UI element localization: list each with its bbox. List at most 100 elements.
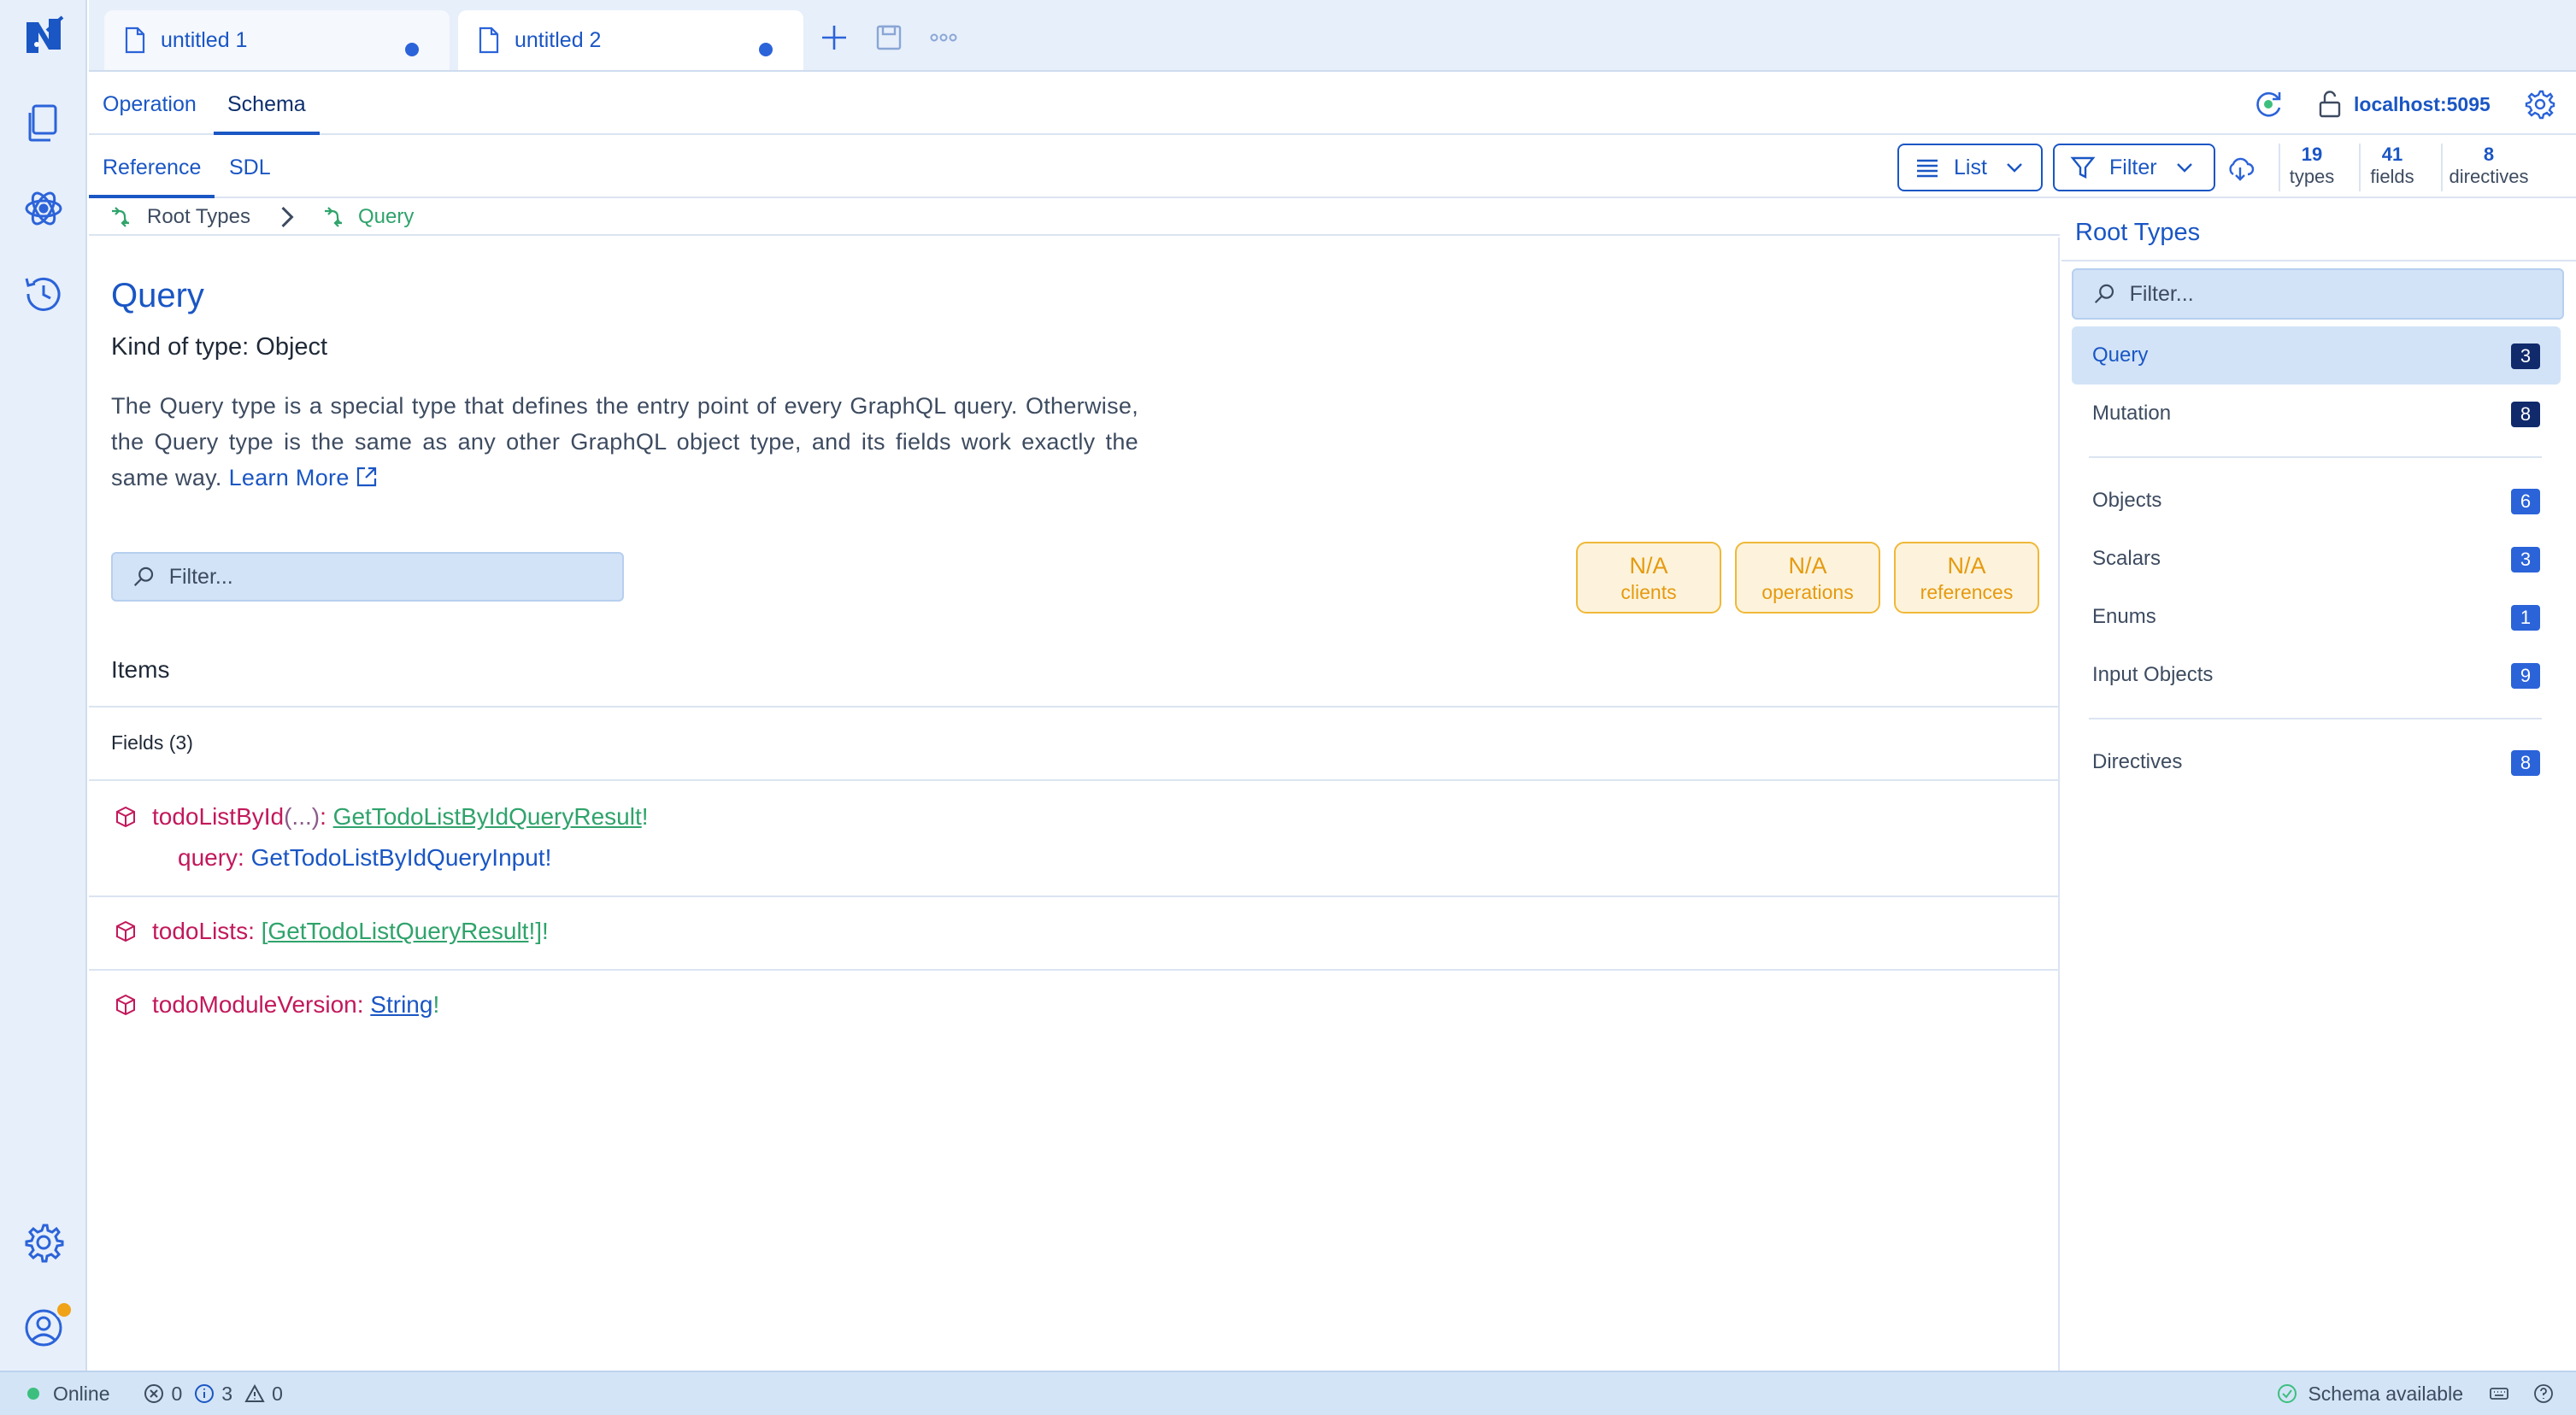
learn-more-label: Learn More xyxy=(228,465,350,490)
field-type-link[interactable]: String xyxy=(370,991,432,1019)
tab-sdl[interactable]: SDL xyxy=(215,137,285,198)
infos-counter[interactable]: 3 xyxy=(194,1383,232,1406)
list-icon xyxy=(1917,159,1938,178)
type-description: The Query type is a special type that de… xyxy=(111,388,1138,496)
field-name[interactable]: todoListById xyxy=(152,803,284,831)
root-types-icon xyxy=(112,207,130,227)
search-icon xyxy=(133,567,154,586)
type-detail: Query Kind of type: Object The Query typ… xyxy=(89,238,2060,1371)
stat-unit: types xyxy=(2289,166,2335,187)
tab-label: untitled 2 xyxy=(515,27,602,52)
sidebar-title: Root Types xyxy=(2075,219,2201,246)
file-icon xyxy=(479,26,499,54)
sidebar-item-count: 9 xyxy=(2511,663,2540,689)
field-signature: todoLists: [GetTodoListQueryResult!]! xyxy=(115,918,549,945)
sidebar-item-count: 6 xyxy=(2511,489,2540,514)
field-type-link[interactable]: GetTodoListQueryResult xyxy=(268,918,528,945)
field-name[interactable]: todoModuleVersion xyxy=(152,991,357,1019)
tab-untitled-1[interactable]: untitled 1 xyxy=(104,10,450,70)
divider xyxy=(2089,718,2542,719)
arg-colon: : xyxy=(238,844,244,871)
field-type-link[interactable]: GetTodoListByIdQueryResult xyxy=(333,803,642,831)
arg-name: query xyxy=(178,844,238,871)
divider xyxy=(89,706,2060,708)
activity-bar xyxy=(0,0,87,1371)
operations-badge: N/A operations xyxy=(1735,542,1880,614)
stat-value: 8 xyxy=(2483,144,2495,165)
filter-button[interactable]: Filter xyxy=(2053,144,2215,191)
cloud-download-icon[interactable] xyxy=(2226,154,2255,183)
sidebar-item-input-objects[interactable]: Input Objects 9 xyxy=(2072,646,2561,704)
sidebar-item-directives[interactable]: Directives 8 xyxy=(2072,733,2561,791)
chevron-right-icon xyxy=(281,207,294,227)
field-colon: : xyxy=(356,991,364,1018)
sidebar-item-label: Input Objects xyxy=(2092,663,2214,686)
sidebar-item-query[interactable]: Query 3 xyxy=(2072,326,2561,385)
breadcrumb-root[interactable]: Root Types xyxy=(147,205,250,229)
sidebar-item-label: Scalars xyxy=(2092,547,2161,570)
schema-status: Schema available xyxy=(2277,1383,2463,1406)
learn-more-link[interactable]: Learn More xyxy=(229,465,379,490)
sidebar-item-label: Objects xyxy=(2092,489,2162,512)
field-signature: todoListById (...): GetTodoListByIdQueryR… xyxy=(115,803,649,831)
references-badge: N/A references xyxy=(1894,542,2039,614)
more-button[interactable] xyxy=(928,22,959,53)
refresh-icon[interactable] xyxy=(2251,87,2285,121)
sidebar-item-count: 3 xyxy=(2511,343,2540,369)
check-circle-icon xyxy=(2278,1384,2297,1403)
gear-icon[interactable] xyxy=(21,1220,66,1265)
items-title: Items xyxy=(111,656,170,683)
badge-label: references xyxy=(1920,581,2014,603)
tab-operation[interactable]: Operation xyxy=(89,73,210,135)
error-icon xyxy=(144,1384,164,1403)
plus-icon xyxy=(822,26,846,50)
stat-unit: directives xyxy=(2449,166,2529,187)
types-sidebar: Root Types Query 3 Mutation 8 Objects 6 … xyxy=(2061,200,2576,1371)
search-icon xyxy=(2094,284,2114,303)
files-icon[interactable] xyxy=(21,101,66,145)
history-icon[interactable] xyxy=(21,272,66,316)
tab-label: untitled 1 xyxy=(161,27,248,52)
warnings-counter[interactable]: 0 xyxy=(244,1383,283,1406)
sidebar-item-label: Enums xyxy=(2092,605,2156,628)
field-args[interactable]: (...) xyxy=(284,803,320,831)
arg-type-link[interactable]: GetTodoListByIdQueryInput xyxy=(251,844,545,871)
stat-value: 41 xyxy=(2381,144,2403,165)
fields-filter-input[interactable] xyxy=(168,564,622,590)
new-tab-button[interactable] xyxy=(819,22,850,53)
sidebar-item-count: 8 xyxy=(2511,750,2540,776)
connection-host[interactable]: localhost:5095 xyxy=(2354,73,2491,135)
sidebar-item-enums[interactable]: Enums 1 xyxy=(2072,588,2561,646)
list-view-button[interactable]: List xyxy=(1897,144,2043,191)
stat-unit: fields xyxy=(2370,166,2414,187)
unsaved-dot xyxy=(759,43,773,56)
file-icon xyxy=(125,26,145,54)
graph-icon[interactable] xyxy=(21,186,66,231)
help-icon[interactable] xyxy=(2533,1383,2554,1404)
schema-status-label: Schema available xyxy=(2308,1382,2463,1405)
sidebar-item-mutation[interactable]: Mutation 8 xyxy=(2072,385,2561,443)
external-link-icon xyxy=(356,467,376,487)
connection-settings-icon[interactable] xyxy=(2525,89,2555,120)
field-name[interactable]: todoLists xyxy=(152,918,248,945)
keyboard-icon[interactable] xyxy=(2489,1383,2509,1404)
status-bar: Online 0 3 0 Schema available xyxy=(0,1371,2576,1415)
tab-untitled-2[interactable]: untitled 2 xyxy=(458,10,803,70)
divider xyxy=(2061,260,2576,261)
arg-type-suffix: ! xyxy=(544,844,552,871)
types-filter-input[interactable] xyxy=(2129,281,2562,307)
field-argument: query: GetTodoListByIdQueryInput! xyxy=(178,844,551,872)
save-button[interactable] xyxy=(873,22,904,53)
save-icon xyxy=(876,25,902,50)
sidebar-item-objects[interactable]: Objects 6 xyxy=(2072,472,2561,530)
field-row: todoModuleVersion: String! xyxy=(89,971,2060,1044)
fields-filter[interactable] xyxy=(111,552,624,602)
tab-schema[interactable]: Schema xyxy=(214,73,320,135)
filter-label: Filter xyxy=(2109,155,2157,179)
notification-dot xyxy=(55,1301,74,1319)
tab-reference[interactable]: Reference xyxy=(89,137,215,198)
types-filter[interactable] xyxy=(2072,268,2564,320)
sidebar-item-scalars[interactable]: Scalars 3 xyxy=(2072,530,2561,588)
errors-counter[interactable]: 0 xyxy=(144,1383,182,1406)
unlock-icon[interactable] xyxy=(2314,89,2345,120)
